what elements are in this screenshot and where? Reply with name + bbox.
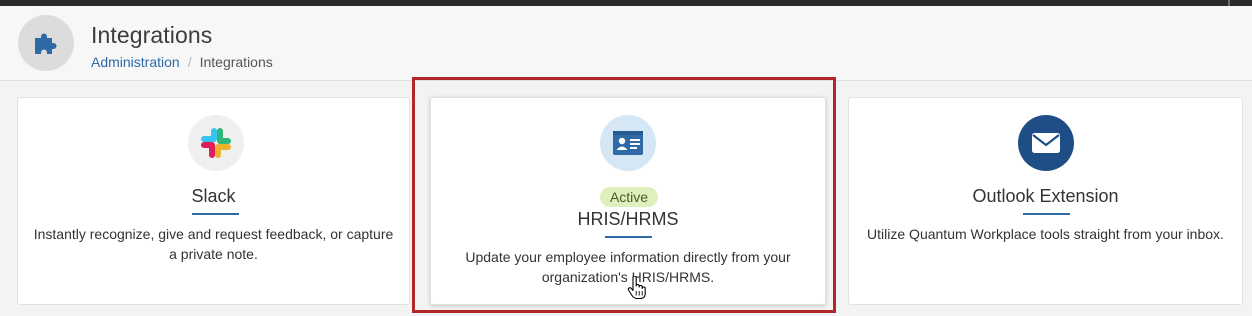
breadcrumb: Administration / Integrations [91,54,273,70]
puzzle-piece-icon [18,15,74,71]
description-line: a private note. [169,246,258,262]
title-underline [605,236,652,238]
status-badge-active: Active [600,187,658,207]
page-title: Integrations [91,22,213,48]
description-line: Update your employee information directl… [465,249,791,265]
integration-card-hris[interactable]: Active HRIS/HRMS Update your employee in… [430,97,826,305]
id-card-icon [600,115,656,171]
slack-logo-icon [188,115,244,171]
breadcrumb-separator: / [187,54,192,70]
hand-pointer-cursor-icon [627,275,647,305]
description-line: Instantly recognize, give and request fe… [33,226,394,242]
integration-card-slack[interactable]: Slack Instantly recognize, give and requ… [17,97,410,305]
integration-description-outlook: Utilize Quantum Workplace tools straight… [863,224,1228,244]
integration-title-slack: Slack [191,186,236,206]
integration-title-hris: HRIS/HRMS [577,209,679,229]
breadcrumb-current: Integrations [199,54,273,70]
title-underline [192,213,239,215]
title-underline [1023,213,1070,215]
breadcrumb-administration-link[interactable]: Administration [91,54,180,70]
integration-description-slack: Instantly recognize, give and request fe… [32,224,395,264]
integration-card-outlook[interactable]: Outlook Extension Utilize Quantum Workpl… [848,97,1243,305]
integration-title-outlook: Outlook Extension [972,186,1119,206]
envelope-icon [1018,115,1074,171]
description-line: Utilize Quantum Workplace tools straight… [867,226,1224,242]
page-header: Integrations Administration / Integrations [0,6,1252,81]
